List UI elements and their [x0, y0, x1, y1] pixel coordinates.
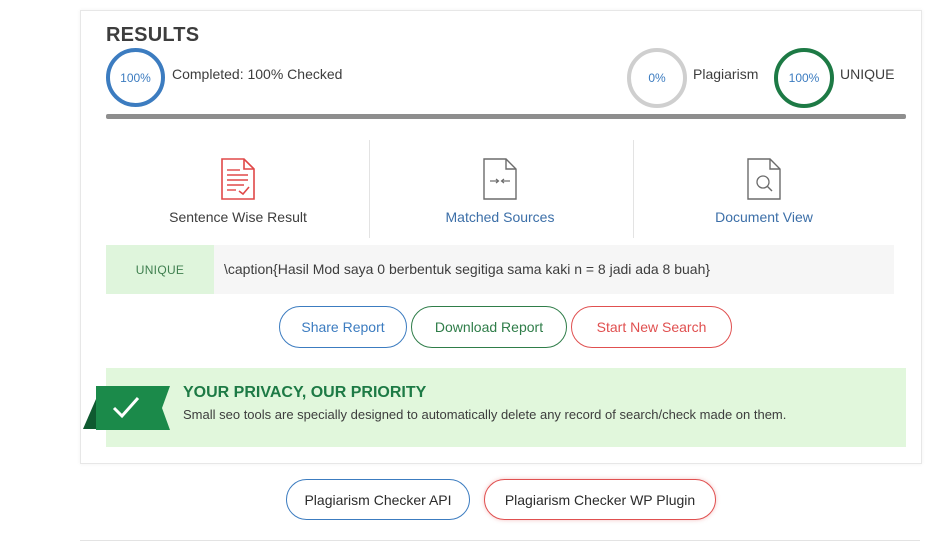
view-sentence-wise-label: Sentence Wise Result	[169, 209, 307, 225]
plagiarism-checker-api-button[interactable]: Plagiarism Checker API	[286, 479, 470, 520]
compare-arrows-document-icon	[482, 158, 518, 205]
document-check-icon	[220, 158, 256, 205]
privacy-text: Small seo tools are specially designed t…	[183, 407, 787, 422]
unique-value: 100%	[788, 71, 820, 85]
view-matched-sources[interactable]: Matched Sources	[368, 138, 632, 238]
download-report-button[interactable]: Download Report	[411, 306, 567, 348]
results-title: RESULTS	[106, 24, 200, 46]
unique-ring: 100%	[774, 48, 834, 108]
view-document[interactable]: Document View	[632, 138, 896, 238]
document-search-icon	[746, 158, 782, 205]
completed-progress-ring: 100%	[106, 48, 165, 107]
plagiarism-value: 0%	[648, 71, 666, 85]
completed-value: 100%	[120, 70, 151, 85]
plagiarism-ring: 0%	[627, 48, 687, 108]
view-sentence-wise[interactable]: Sentence Wise Result	[106, 138, 370, 238]
sentence-text: \caption{Hasil Mod saya 0 berbentuk segi…	[224, 261, 711, 277]
sentence-result-row: UNIQUE \caption{Hasil Mod saya 0 berbent…	[106, 245, 894, 294]
plagiarism-checker-wp-plugin-button[interactable]: Plagiarism Checker WP Plugin	[484, 479, 716, 520]
start-new-search-button[interactable]: Start New Search	[571, 306, 732, 348]
checkmark-ribbon-icon	[82, 385, 172, 436]
plagiarism-label: Plagiarism	[693, 66, 759, 82]
view-matched-sources-label: Matched Sources	[445, 209, 555, 225]
privacy-title: YOUR PRIVACY, OUR PRIORITY	[183, 384, 427, 401]
unique-status-badge: UNIQUE	[106, 245, 214, 294]
view-document-label: Document View	[715, 209, 813, 225]
unique-label: UNIQUE	[840, 66, 895, 82]
completed-label: Completed: 100% Checked	[172, 66, 343, 82]
progress-bar	[106, 114, 906, 119]
divider	[80, 540, 920, 541]
share-report-button[interactable]: Share Report	[279, 306, 407, 348]
